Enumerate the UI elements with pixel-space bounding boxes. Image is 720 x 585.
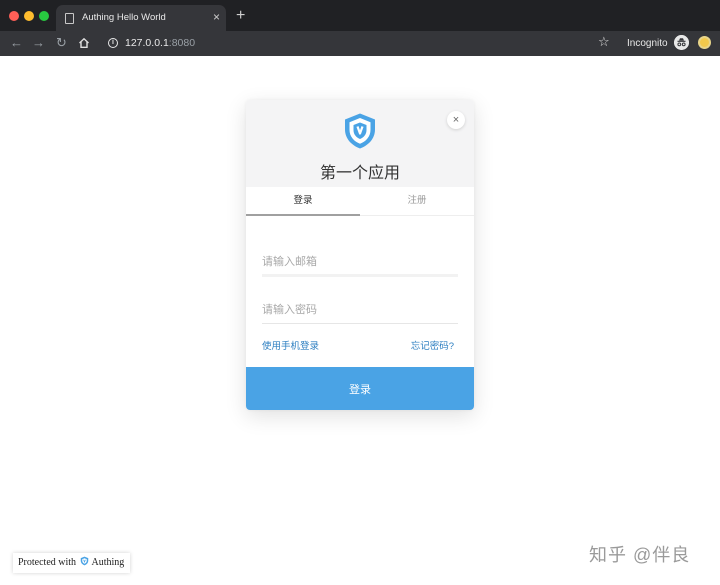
browser-tab[interactable]: Authing Hello World ×	[56, 5, 226, 31]
login-dialog: × 第一个应用 登录 注册 使用手机登录 忘记密码? 登录	[246, 100, 474, 410]
reload-icon[interactable]: ↻	[56, 35, 67, 51]
phone-login-link[interactable]: 使用手机登录	[262, 338, 319, 352]
email-input[interactable]	[262, 249, 458, 277]
authing-shield-logo	[345, 113, 375, 149]
window-zoom-button[interactable]	[39, 11, 49, 21]
protected-brand: Authing	[91, 557, 125, 568]
address-bar[interactable]: i 127.0.0.1:8080	[101, 33, 587, 54]
window-minimize-button[interactable]	[24, 11, 34, 21]
incognito-icon[interactable]	[674, 35, 689, 50]
auth-tabs: 登录 注册	[246, 187, 474, 216]
back-arrow-icon[interactable]: ←	[10, 35, 23, 51]
close-icon[interactable]: ×	[447, 111, 465, 129]
tab-title: Authing Hello World	[82, 12, 166, 23]
window-close-button[interactable]	[9, 11, 19, 21]
home-icon[interactable]	[78, 37, 90, 49]
dialog-header: × 第一个应用	[246, 100, 474, 187]
tab-close-icon[interactable]: ×	[213, 10, 220, 24]
browser-toolbar: ← → ↻ i 127.0.0.1:8080	[0, 31, 720, 56]
authing-shield-icon	[80, 556, 88, 566]
protected-prefix: Protected with	[18, 557, 77, 568]
document-icon	[65, 13, 74, 24]
login-button[interactable]: 登录	[246, 367, 474, 410]
protected-with-authing-badge[interactable]: Protected with Authing	[13, 553, 131, 573]
app-title: 第一个应用	[319, 165, 400, 182]
info-icon[interactable]: i	[108, 38, 118, 48]
url-host: 127.0.0.1	[125, 37, 169, 49]
browser-titlebar: Authing Hello World × +	[0, 0, 720, 31]
new-tab-button[interactable]: +	[236, 8, 245, 24]
bookmark-star-icon[interactable]: ☆	[598, 35, 610, 49]
incognito-label: Incognito	[627, 38, 668, 49]
forward-arrow-icon[interactable]: →	[32, 35, 45, 51]
url-text: 127.0.0.1:8080	[125, 37, 195, 49]
url-port: :8080	[168, 37, 196, 49]
watermark: 知乎 @伴良	[589, 545, 691, 565]
profile-avatar[interactable]	[698, 36, 711, 49]
tab-register[interactable]: 注册	[360, 187, 474, 216]
tab-login[interactable]: 登录	[246, 187, 360, 216]
forgot-password-link[interactable]: 忘记密码?	[411, 338, 454, 352]
password-input[interactable]	[262, 296, 458, 324]
